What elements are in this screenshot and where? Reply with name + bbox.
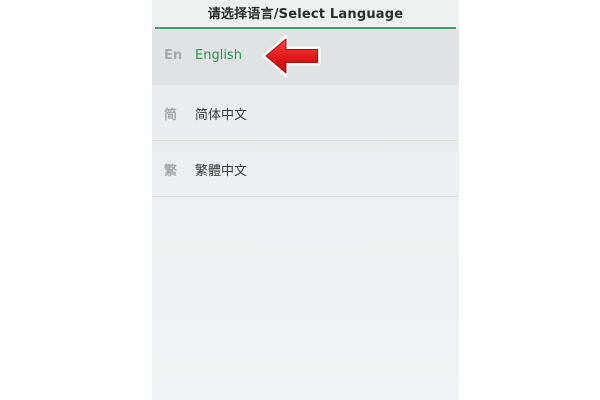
language-label: English [195,48,242,63]
screenshot-stage: 请选择语言/Select Language En English 简 简体中文 … [0,0,600,400]
page-title: 请选择语言/Select Language [207,7,404,22]
language-abbreviation: 简 [164,108,178,123]
header-bar: 请选择语言/Select Language [152,0,459,29]
red-arrow-left-icon [262,35,321,77]
language-label: 简体中文 [195,108,248,123]
language-option-simplified-chinese[interactable]: 简 简体中文 [152,85,459,141]
language-abbreviation: 繁 [164,164,178,179]
language-abbreviation: En [164,48,183,63]
language-label: 繁體中文 [195,164,248,179]
language-option-traditional-chinese[interactable]: 繁 繁體中文 [152,141,459,197]
